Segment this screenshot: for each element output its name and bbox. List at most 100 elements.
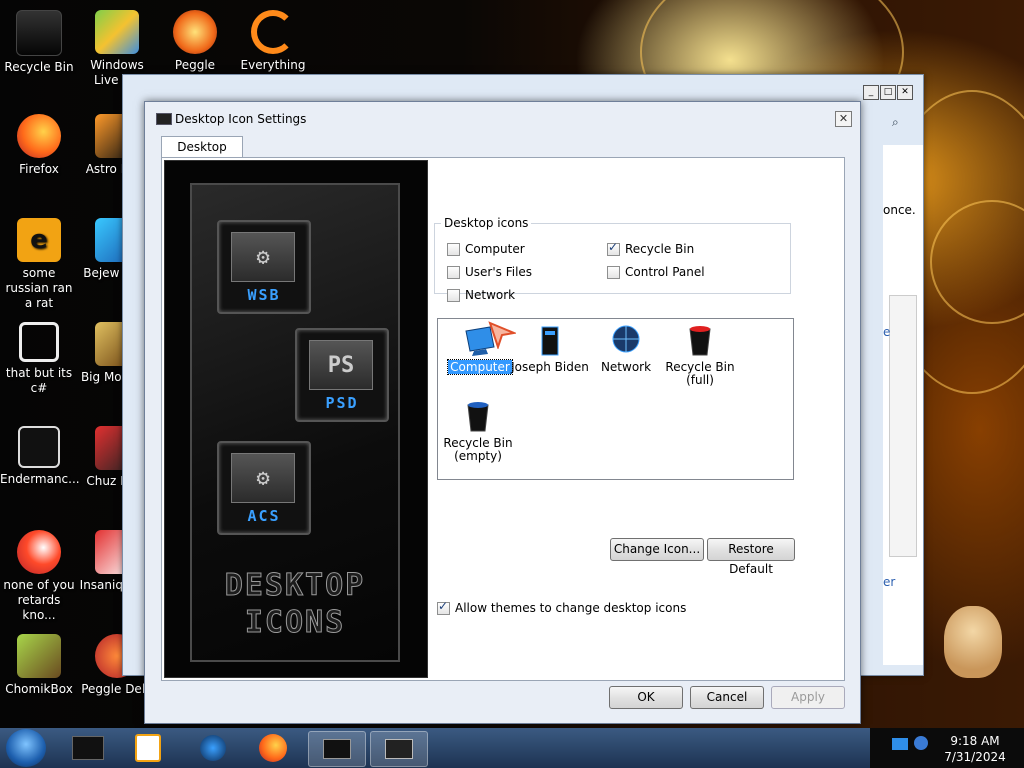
tile-label: WSB [247, 286, 281, 304]
preview-tile: ⚙ ACS [217, 441, 311, 535]
list-item-label: Network [600, 360, 652, 374]
checkbox-box[interactable] [437, 599, 450, 615]
checkbox-label: Network [465, 288, 516, 302]
recycle-bin-empty-icon [462, 399, 494, 433]
desktop-icon-firefox-2[interactable]: none of you retards kno... [0, 524, 78, 623]
monitor-icon [385, 739, 413, 759]
network-tray-icon[interactable] [914, 736, 928, 750]
clock[interactable]: 9:18 AM 7/31/2024 [930, 733, 1020, 765]
clock-date: 7/31/2024 [944, 750, 1006, 764]
desktop-icon-label: Peggle Delu [81, 682, 153, 696]
document-icon: e [17, 218, 61, 262]
background-window-content: once. e er [883, 145, 923, 665]
preview-frame: ⚙ WSB PS PSD ⚙ ACS DESKTOP ICONS [190, 183, 400, 662]
checkbox-box[interactable] [607, 240, 620, 256]
desktop-icon-chomikbox[interactable]: ChomikBox [0, 628, 78, 697]
change-icon-button[interactable]: Change Icon... [610, 538, 704, 561]
start-button[interactable] [6, 729, 46, 767]
tile-face: ⚙ [231, 453, 295, 503]
taskbar-explorer[interactable] [60, 731, 116, 765]
apply-button[interactable]: Apply [771, 686, 845, 709]
network-checkbox[interactable]: Network [447, 288, 515, 302]
tab-panel: ⚙ WSB PS PSD ⚙ ACS DESKTOP ICONS Desktop… [161, 157, 845, 681]
app-icon [18, 426, 60, 468]
taskbar-network[interactable] [185, 731, 241, 765]
desktop-icon-document[interactable]: e some russian ran a rat [0, 212, 78, 311]
users-files-checkbox[interactable]: User's Files [447, 265, 532, 279]
display-tray-icon[interactable] [892, 738, 908, 750]
scrollbar[interactable] [889, 295, 917, 557]
search-icon[interactable]: ⌕ [892, 115, 899, 130]
desktop-icon-label: Endermanc... [0, 472, 80, 486]
control-panel-checkbox[interactable]: Control Panel [607, 265, 705, 279]
tab-desktop-icons[interactable]: Desktop Icons [161, 136, 243, 175]
hamster-image [944, 606, 1002, 678]
list-item-label: Joseph Biden [511, 360, 589, 374]
taskbar-media-player[interactable] [120, 731, 176, 765]
fragment-text: once. [883, 203, 916, 217]
clock-time: 9:18 AM [950, 734, 1000, 748]
computer-checkbox[interactable]: Computer [447, 242, 525, 256]
restore-default-button[interactable]: Restore Default [707, 538, 795, 576]
taskbar-firefox[interactable] [245, 731, 301, 765]
desktop-icon-label: none of you retards kno... [3, 578, 75, 622]
desktop-icon-label: that but its c# [5, 366, 73, 395]
theme-preview: ⚙ WSB PS PSD ⚙ ACS DESKTOP ICONS [164, 160, 428, 678]
preview-tile: PS PSD [295, 328, 389, 422]
list-item-label: Computer [447, 359, 513, 375]
desktop-icon-recycle-bin[interactable]: Recycle Bin [0, 4, 78, 75]
desktop-icon-label: ChomikBox [5, 682, 73, 696]
monitor-icon [156, 113, 172, 125]
user-files-icon [534, 323, 566, 357]
checkbox-label: Recycle Bin [625, 242, 695, 256]
group-label: Desktop icons [444, 216, 529, 230]
preview-tile: ⚙ WSB [217, 220, 311, 314]
icon-list[interactable]: Computer Joseph Biden Network Recycle Bi… [437, 318, 794, 480]
desktop-icon-firefox[interactable]: Firefox [0, 108, 78, 177]
list-item-recycle-bin-empty[interactable]: Recycle Bin (empty) [438, 397, 518, 463]
windows-live-icon [95, 10, 139, 54]
tile-face: PS [309, 340, 373, 390]
checkbox-box[interactable] [447, 265, 460, 279]
peggle-icon [173, 10, 217, 54]
desktop-icon-settings-dialog: Desktop Icon Settings ✕ Desktop Icons ⚙ … [144, 101, 861, 724]
preview-caption: DESKTOP [224, 568, 366, 604]
shortcut-icon [19, 322, 59, 362]
desktop-icon-shortcut[interactable]: that but its c# [0, 316, 78, 396]
allow-themes-checkbox[interactable]: Allow themes to change desktop icons [437, 599, 687, 615]
list-item-label: Recycle Bin (empty) [443, 436, 513, 463]
recycle-bin-full-icon [684, 323, 716, 357]
desktop-icon-label: Recycle Bin [4, 60, 74, 74]
close-button[interactable]: ✕ [897, 85, 913, 100]
recycle-bin-checkbox[interactable]: Recycle Bin [607, 240, 695, 256]
dialog-titlebar[interactable]: Desktop Icon Settings ✕ [145, 102, 860, 132]
desktop-icon-label: Firefox [19, 162, 59, 176]
taskbar-monitor[interactable] [370, 731, 428, 767]
checkbox-box[interactable] [607, 265, 620, 279]
checkbox-label: Control Panel [625, 265, 705, 279]
firefox-icon [259, 734, 287, 762]
close-button[interactable]: ✕ [835, 111, 852, 127]
checkbox-label: User's Files [465, 265, 533, 279]
maximize-button[interactable]: □ [880, 85, 896, 100]
desktop-icon-label: some russian ran a rat [5, 266, 73, 310]
checkbox-box[interactable] [447, 288, 460, 302]
desktop-icon-label: Everything [240, 58, 306, 72]
display-icon [323, 739, 351, 759]
checkbox-label: Allow themes to change desktop icons [455, 601, 687, 615]
fragment-text: er [883, 575, 896, 589]
firefox-icon [17, 114, 61, 158]
dialog-title: Desktop Icon Settings [175, 112, 307, 126]
list-item-recycle-bin-full[interactable]: Recycle Bin (full) [660, 321, 740, 387]
checkbox-box[interactable] [447, 242, 460, 256]
ok-button[interactable]: OK [609, 686, 683, 709]
list-item-network[interactable]: Network [586, 321, 666, 374]
desktop-icon-enderman[interactable]: Endermanc... [0, 420, 80, 487]
list-item-label: Recycle Bin (full) [665, 360, 735, 387]
cancel-button[interactable]: Cancel [690, 686, 764, 709]
taskbar-display-settings[interactable] [308, 731, 366, 767]
minimize-button[interactable]: _ [863, 85, 879, 100]
desktop-icon-everything[interactable]: Everything [234, 4, 312, 73]
list-item-joseph-biden[interactable]: Joseph Biden [510, 321, 590, 374]
recycle-bin-icon [16, 10, 62, 56]
